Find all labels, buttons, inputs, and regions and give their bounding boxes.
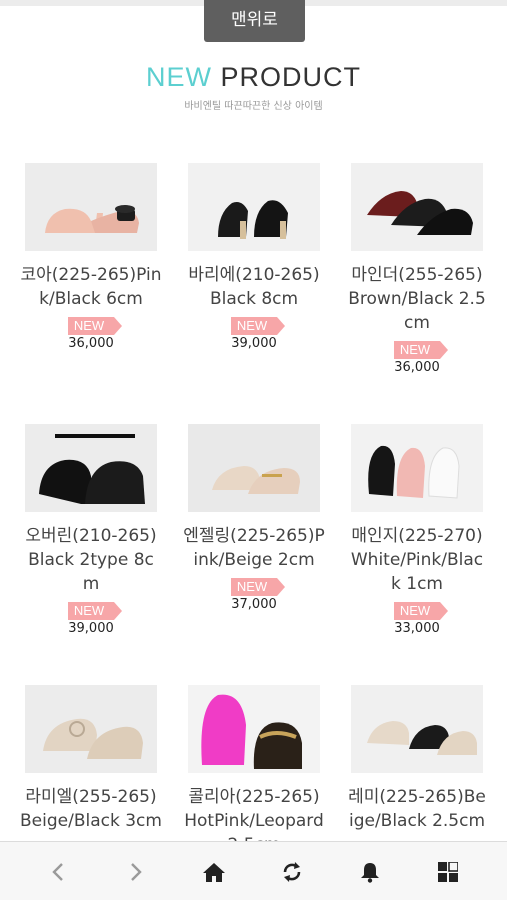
product-card[interactable]: 레미(225-265)Beige/Black 2.5cm	[342, 685, 492, 833]
product-image[interactable]	[351, 424, 483, 512]
section-title-accent: NEW	[146, 62, 212, 92]
new-badge: NEW	[393, 602, 449, 620]
product-card[interactable]: 마인더(255-265)Brown/Black 2.5cm NEW 36,000	[342, 163, 492, 377]
product-name[interactable]: 마인더(255-265)Brown/Black 2.5cm	[342, 263, 492, 335]
product-image[interactable]	[188, 163, 320, 251]
bell-icon	[361, 862, 379, 883]
product-price: 36,000	[68, 336, 114, 351]
product-card[interactable]: 코아(225-265)Pink/Black 6cm NEW 36,000	[16, 163, 166, 353]
section-subtitle: 바비엔틸 따끈따끈한 신상 아이템	[184, 101, 323, 112]
product-name[interactable]: 매인지(225-270)White/Pink/Black 1cm	[342, 524, 492, 596]
forward-icon	[131, 862, 142, 881]
product-card[interactable]: 바리에(210-265)Black 8cm NEW 39,000	[179, 163, 329, 353]
new-badge: NEW	[230, 317, 286, 335]
product-image[interactable]	[188, 424, 320, 512]
product-price: 33,000	[394, 621, 440, 636]
product-price: 36,000	[394, 360, 440, 375]
product-name[interactable]: 바리에(210-265)Black 8cm	[179, 263, 329, 311]
product-image[interactable]	[25, 163, 157, 251]
home-icon	[203, 862, 225, 882]
product-image[interactable]	[351, 163, 483, 251]
section-title-rest: PRODUCT	[212, 62, 361, 92]
product-card[interactable]: 콜리아(225-265)HotPink/Leopard 2.5cm	[179, 685, 329, 857]
product-image[interactable]	[25, 685, 157, 773]
product-image[interactable]	[351, 685, 483, 773]
product-image[interactable]	[188, 685, 320, 773]
bottom-navigation-bar	[0, 841, 507, 900]
product-name[interactable]: 오버린(210-265)Black 2type 8cm	[16, 524, 166, 596]
new-badge: NEW	[230, 578, 286, 596]
product-price: 39,000	[68, 621, 114, 636]
product-card[interactable]: 매인지(225-270)White/Pink/Black 1cm NEW 33,…	[342, 424, 492, 638]
new-badge: NEW	[67, 317, 123, 335]
product-price: 37,000	[231, 597, 277, 612]
refresh-button[interactable]	[253, 842, 331, 900]
forward-button[interactable]	[97, 842, 175, 900]
product-card[interactable]: 라미엘(255-265)Beige/Black 3cm	[16, 685, 166, 833]
home-button[interactable]	[175, 842, 253, 900]
product-name[interactable]: 라미엘(255-265)Beige/Black 3cm	[16, 785, 166, 833]
new-badge: NEW	[393, 341, 449, 359]
product-name[interactable]: 엔젤링(225-265)Pink/Beige 2cm	[179, 524, 329, 572]
grid-menu-icon	[438, 861, 458, 882]
product-price: 39,000	[231, 336, 277, 351]
notifications-button[interactable]	[331, 842, 409, 900]
product-name[interactable]: 코아(225-265)Pink/Black 6cm	[16, 263, 166, 311]
refresh-icon	[283, 861, 301, 882]
back-button[interactable]	[19, 842, 97, 900]
section-title: NEW PRODUCT	[0, 62, 507, 93]
back-to-top-button[interactable]: 맨위로	[204, 0, 305, 42]
back-icon	[52, 862, 63, 881]
new-badge: NEW	[67, 602, 123, 620]
product-image[interactable]	[25, 424, 157, 512]
product-card[interactable]: 오버린(210-265)Black 2type 8cm NEW 39,000	[16, 424, 166, 638]
product-card[interactable]: 엔젤링(225-265)Pink/Beige 2cm NEW 37,000	[179, 424, 329, 614]
product-name[interactable]: 레미(225-265)Beige/Black 2.5cm	[342, 785, 492, 833]
menu-grid-button[interactable]	[409, 842, 487, 900]
